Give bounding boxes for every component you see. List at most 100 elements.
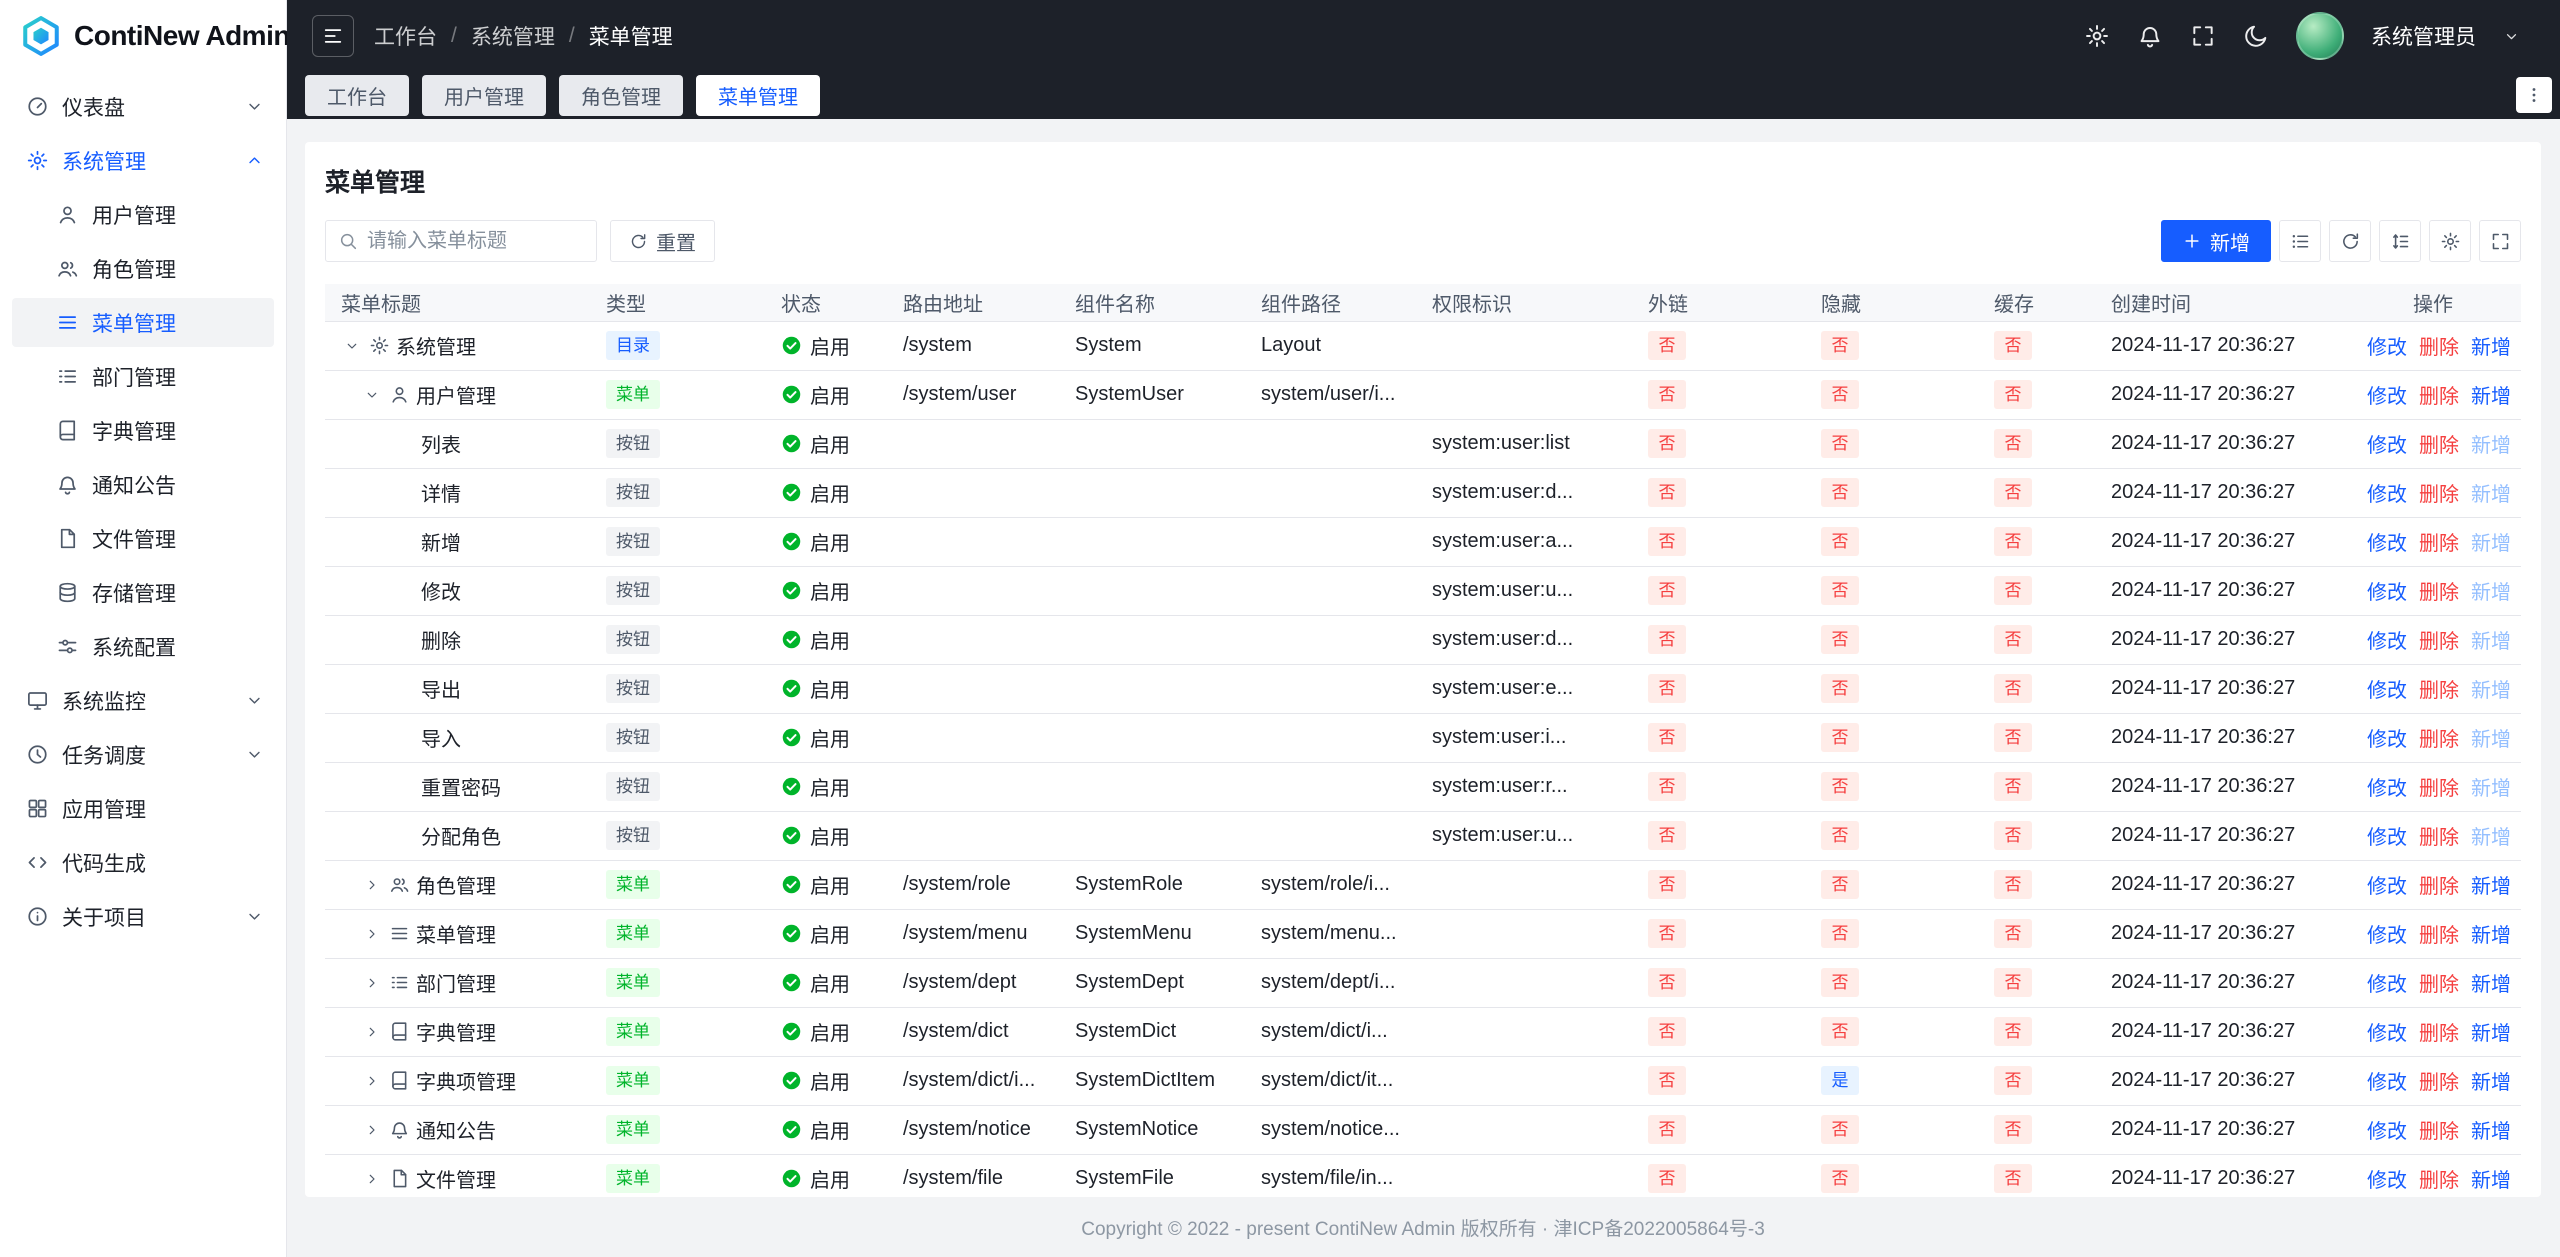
tab-role[interactable]: 角色管理: [559, 75, 683, 116]
add-button[interactable]: 新增: [2161, 220, 2271, 262]
add-link[interactable]: 新增: [2471, 337, 2511, 359]
settings-button[interactable]: [2084, 23, 2110, 49]
sidebar-item-notice[interactable]: 通知公告: [12, 460, 274, 509]
delete-link[interactable]: 删除: [2419, 925, 2459, 947]
list-button[interactable]: [2279, 220, 2321, 262]
delete-link[interactable]: 删除: [2419, 582, 2459, 604]
delete-link[interactable]: 删除: [2419, 1023, 2459, 1045]
add-link[interactable]: 新增: [2471, 778, 2511, 800]
breadcrumb-item[interactable]: 菜单管理: [589, 21, 673, 51]
add-link[interactable]: 新增: [2471, 582, 2511, 604]
breadcrumb-item[interactable]: 系统管理: [471, 21, 555, 51]
avatar[interactable]: [2296, 12, 2344, 60]
user-menu-chevron[interactable]: [2503, 28, 2520, 45]
delete-link[interactable]: 删除: [2419, 484, 2459, 506]
modify-link[interactable]: 修改: [2367, 729, 2407, 751]
modify-link[interactable]: 修改: [2367, 1072, 2407, 1094]
tab-menu[interactable]: 菜单管理: [696, 75, 820, 116]
modify-link[interactable]: 修改: [2367, 484, 2407, 506]
modify-link[interactable]: 修改: [2367, 1170, 2407, 1192]
delete-link[interactable]: 删除: [2419, 827, 2459, 849]
add-link[interactable]: 新增: [2471, 386, 2511, 408]
modify-link[interactable]: 修改: [2367, 778, 2407, 800]
reset-button[interactable]: 重置: [610, 220, 715, 262]
delete-link[interactable]: 删除: [2419, 778, 2459, 800]
delete-link[interactable]: 删除: [2419, 1121, 2459, 1143]
user-name[interactable]: 系统管理员: [2371, 21, 2476, 51]
modify-link[interactable]: 修改: [2367, 582, 2407, 604]
row-collapse-icon[interactable]: [341, 335, 363, 357]
sidebar-item-dict[interactable]: 字典管理: [12, 406, 274, 455]
line-height-button[interactable]: [2379, 220, 2421, 262]
row-expand-icon[interactable]: [361, 1168, 383, 1190]
modify-link[interactable]: 修改: [2367, 1121, 2407, 1143]
row-expand-icon[interactable]: [361, 1070, 383, 1092]
modify-link[interactable]: 修改: [2367, 925, 2407, 947]
sidebar-item-user[interactable]: 用户管理: [12, 190, 274, 239]
modify-link[interactable]: 修改: [2367, 337, 2407, 359]
modify-link[interactable]: 修改: [2367, 827, 2407, 849]
sidebar-item-role[interactable]: 角色管理: [12, 244, 274, 293]
delete-link[interactable]: 删除: [2419, 631, 2459, 653]
sidebar-item-config[interactable]: 系统配置: [12, 622, 274, 671]
add-link[interactable]: 新增: [2471, 1072, 2511, 1094]
modify-link[interactable]: 修改: [2367, 435, 2407, 457]
row-expand-icon[interactable]: [361, 923, 383, 945]
tab-more-button[interactable]: [2516, 77, 2552, 113]
delete-link[interactable]: 删除: [2419, 876, 2459, 898]
row-expand-icon[interactable]: [361, 874, 383, 896]
row-expand-icon[interactable]: [361, 972, 383, 994]
add-link[interactable]: 新增: [2471, 1121, 2511, 1143]
refresh-button[interactable]: [2329, 220, 2371, 262]
delete-link[interactable]: 删除: [2419, 386, 2459, 408]
delete-link[interactable]: 删除: [2419, 974, 2459, 996]
add-link[interactable]: 新增: [2471, 435, 2511, 457]
sidebar-item-menu[interactable]: 菜单管理: [12, 298, 274, 347]
modify-link[interactable]: 修改: [2367, 386, 2407, 408]
add-link[interactable]: 新增: [2471, 484, 2511, 506]
sidebar-collapse-button[interactable]: [312, 15, 354, 57]
delete-link[interactable]: 删除: [2419, 435, 2459, 457]
sidebar-item-about[interactable]: 关于项目: [12, 892, 274, 941]
add-link[interactable]: 新增: [2471, 533, 2511, 555]
add-link[interactable]: 新增: [2471, 631, 2511, 653]
row-expand-icon[interactable]: [361, 1021, 383, 1043]
sidebar-item-dashboard[interactable]: 仪表盘: [12, 82, 274, 131]
bell-button[interactable]: [2137, 23, 2163, 49]
add-link[interactable]: 新增: [2471, 827, 2511, 849]
add-link[interactable]: 新增: [2471, 876, 2511, 898]
row-collapse-icon[interactable]: [361, 384, 383, 406]
modify-link[interactable]: 修改: [2367, 533, 2407, 555]
sidebar-item-schedule[interactable]: 任务调度: [12, 730, 274, 779]
modify-link[interactable]: 修改: [2367, 876, 2407, 898]
add-link[interactable]: 新增: [2471, 680, 2511, 702]
fullscreen-button[interactable]: [2479, 220, 2521, 262]
delete-link[interactable]: 删除: [2419, 337, 2459, 359]
delete-link[interactable]: 删除: [2419, 1170, 2459, 1192]
add-link[interactable]: 新增: [2471, 729, 2511, 751]
add-link[interactable]: 新增: [2471, 1023, 2511, 1045]
moon-button[interactable]: [2243, 23, 2269, 49]
add-link[interactable]: 新增: [2471, 1170, 2511, 1192]
row-expand-icon[interactable]: [361, 1119, 383, 1141]
delete-link[interactable]: 删除: [2419, 1072, 2459, 1094]
sidebar-item-application[interactable]: 应用管理: [12, 784, 274, 833]
delete-link[interactable]: 删除: [2419, 729, 2459, 751]
tab-user[interactable]: 用户管理: [422, 75, 546, 116]
delete-link[interactable]: 删除: [2419, 533, 2459, 555]
delete-link[interactable]: 删除: [2419, 680, 2459, 702]
settings-button[interactable]: [2429, 220, 2471, 262]
sidebar-item-codegen[interactable]: 代码生成: [12, 838, 274, 887]
modify-link[interactable]: 修改: [2367, 680, 2407, 702]
breadcrumb-item[interactable]: 工作台: [374, 21, 437, 51]
search-input[interactable]: [367, 230, 584, 253]
sidebar-item-system[interactable]: 系统管理: [12, 136, 274, 185]
modify-link[interactable]: 修改: [2367, 631, 2407, 653]
tab-workbench[interactable]: 工作台: [305, 75, 409, 116]
modify-link[interactable]: 修改: [2367, 1023, 2407, 1045]
add-link[interactable]: 新增: [2471, 925, 2511, 947]
modify-link[interactable]: 修改: [2367, 974, 2407, 996]
sidebar-item-file[interactable]: 文件管理: [12, 514, 274, 563]
sidebar-item-dept[interactable]: 部门管理: [12, 352, 274, 401]
fullscreen-button[interactable]: [2190, 23, 2216, 49]
